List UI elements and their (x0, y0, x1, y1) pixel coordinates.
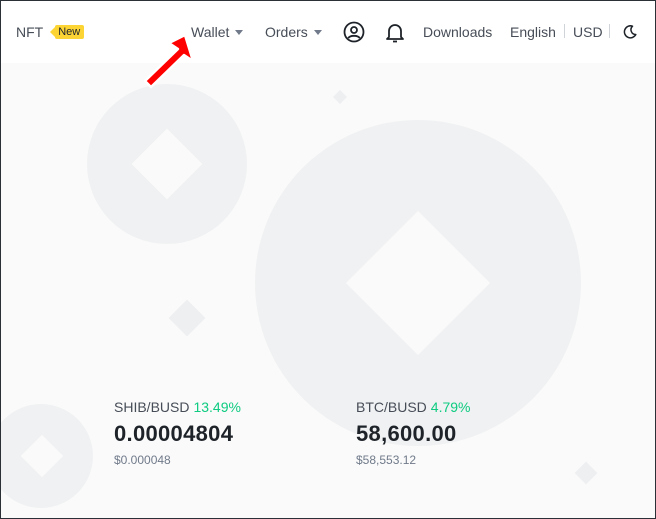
ticker-card[interactable]: BTC/BUSD 4.79% 58,600.00 $58,553.12 (356, 399, 471, 467)
ticker-fiat-price: $58,553.12 (356, 453, 417, 467)
bell-icon[interactable] (383, 1, 407, 63)
ticker-pair-row: BTC/BUSD 4.79% (356, 399, 471, 415)
ticker-price: 58,600.00 (356, 421, 457, 446)
ticker-price: 0.00004804 (114, 421, 234, 446)
ticker-change: 4.79% (430, 399, 471, 415)
user-circle-icon[interactable] (342, 1, 366, 63)
top-nav: NFT New Wallet Orders Downloads English … (1, 1, 655, 63)
ticker-change: 13.49% (193, 399, 241, 415)
new-badge: New (50, 25, 85, 39)
decorative-diamond (332, 89, 348, 105)
ticker-pair: BTC/BUSD (356, 399, 427, 415)
ticker-pair: SHIB/BUSD (114, 399, 190, 415)
nav-item-downloads[interactable]: Downloads (423, 1, 492, 63)
hero-banner: SHIB/BUSD 13.49% 0.00004804 $0.000048 BTC… (1, 63, 655, 518)
nav-item-orders[interactable]: Orders (265, 1, 322, 63)
nav-orders-label: Orders (265, 24, 308, 40)
moon-icon[interactable] (618, 1, 642, 63)
nav-item-nft[interactable]: NFT New (16, 1, 85, 63)
ticker-card[interactable]: SHIB/BUSD 13.49% 0.00004804 $0.000048 (114, 399, 241, 467)
nav-downloads-label: Downloads (423, 24, 493, 40)
browser-frame: NFT New Wallet Orders Downloads English … (0, 0, 656, 519)
ticker-fiat-price: $0.000048 (114, 453, 171, 467)
language-selector[interactable]: English (510, 1, 556, 63)
currency-label: USD (573, 24, 603, 40)
nav-nft-label: NFT (16, 24, 44, 40)
language-label: English (510, 24, 556, 40)
decorative-diamond (168, 299, 206, 337)
annotation-arrow-icon (143, 33, 195, 89)
divider (609, 24, 610, 38)
ticker-pair-row: SHIB/BUSD 13.49% (114, 399, 241, 415)
divider (564, 24, 565, 38)
decorative-diamond (574, 461, 598, 485)
chevron-down-icon (235, 29, 244, 35)
currency-selector[interactable]: USD (573, 1, 603, 63)
chevron-down-icon (313, 29, 322, 35)
